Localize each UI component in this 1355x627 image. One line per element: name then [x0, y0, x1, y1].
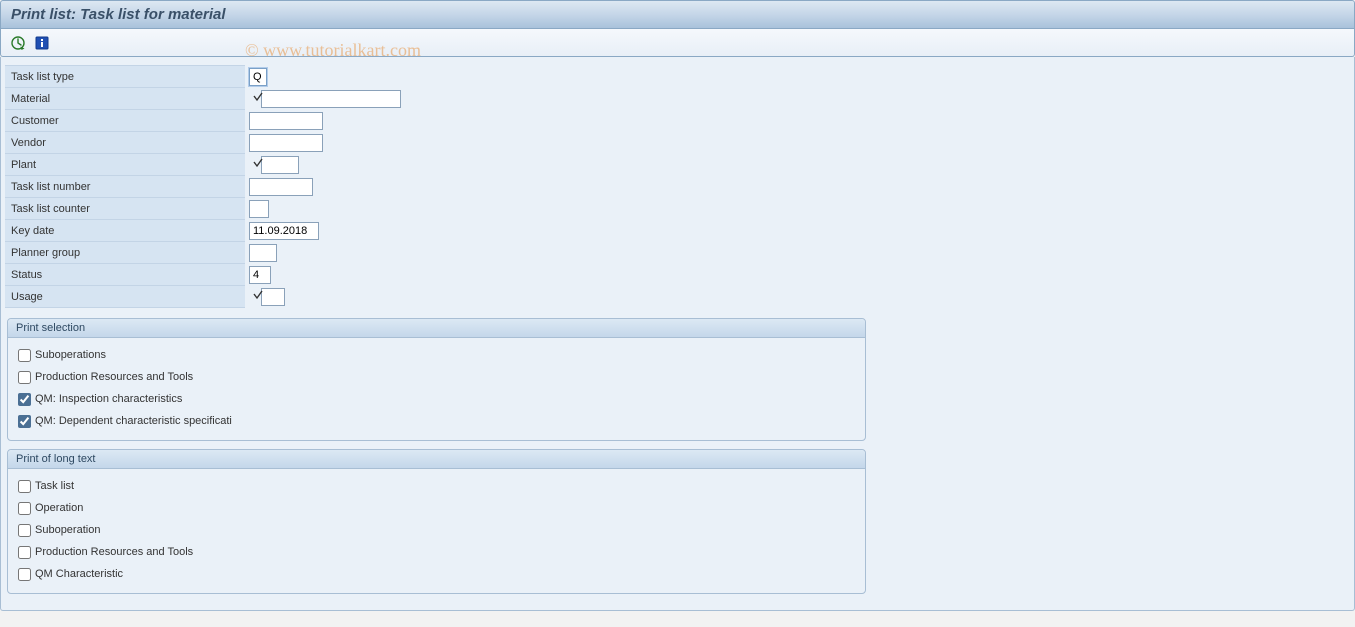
plant-input[interactable] — [261, 156, 299, 174]
task-list-number-input[interactable] — [249, 178, 313, 196]
group-print-selection: Print selection Suboperations Production … — [7, 318, 866, 441]
print-selection-row: QM: Dependent characteristic specificati — [18, 410, 855, 432]
label-task-list-counter: Task list counter — [5, 198, 245, 220]
print-long-text-checkbox[interactable] — [18, 502, 31, 515]
form-table: Task list type Material Customer Vendor — [5, 65, 405, 308]
print-long-text-checkbox[interactable] — [18, 524, 31, 537]
print-long-text-checkbox[interactable] — [18, 546, 31, 559]
print-selection-label: Production Resources and Tools — [35, 371, 193, 383]
content-area: © www.tutorialkart.com Task list type Ma… — [0, 57, 1355, 611]
print-long-text-row: Suboperation — [18, 519, 855, 541]
print-selection-row: Suboperations — [18, 344, 855, 366]
label-task-list-type: Task list type — [5, 66, 245, 88]
status-input[interactable] — [249, 266, 271, 284]
label-plant: Plant — [5, 154, 245, 176]
page-title: Print list: Task list for material — [0, 0, 1355, 29]
print-long-text-label: Task list — [35, 480, 74, 492]
label-task-list-number: Task list number — [5, 176, 245, 198]
print-long-text-label: Production Resources and Tools — [35, 546, 193, 558]
print-selection-row: Production Resources and Tools — [18, 366, 855, 388]
print-long-text-label: QM Characteristic — [35, 568, 123, 580]
print-selection-label: QM: Inspection characteristics — [35, 393, 182, 405]
task-list-type-input[interactable] — [249, 68, 267, 86]
execute-button[interactable] — [9, 34, 27, 52]
print-selection-checkbox[interactable] — [18, 415, 31, 428]
print-selection-label: Suboperations — [35, 349, 106, 361]
label-material: Material — [5, 88, 245, 110]
info-icon — [35, 36, 49, 50]
group-title-print-long-text: Print of long text — [8, 450, 865, 469]
title-text: Print list: Task list for material — [11, 6, 226, 23]
print-long-text-row: Task list — [18, 475, 855, 497]
key-date-input[interactable] — [249, 222, 319, 240]
print-long-text-label: Suboperation — [35, 524, 100, 536]
print-long-text-checkbox[interactable] — [18, 480, 31, 493]
required-icon — [252, 289, 264, 304]
clock-execute-icon — [10, 35, 26, 51]
group-print-long-text: Print of long text Task list Operation Sub… — [7, 449, 866, 594]
vendor-input[interactable] — [249, 134, 323, 152]
info-button[interactable] — [33, 34, 51, 52]
print-selection-label: QM: Dependent characteristic specificati — [35, 415, 232, 427]
print-long-text-row: QM Characteristic — [18, 563, 855, 585]
planner-group-input[interactable] — [249, 244, 277, 262]
required-icon — [252, 157, 264, 172]
print-selection-row: QM: Inspection characteristics — [18, 388, 855, 410]
print-long-text-checkbox[interactable] — [18, 568, 31, 581]
label-usage: Usage — [5, 286, 245, 308]
task-list-counter-input[interactable] — [249, 200, 269, 218]
print-selection-checkbox[interactable] — [18, 393, 31, 406]
print-long-text-row: Operation — [18, 497, 855, 519]
label-vendor: Vendor — [5, 132, 245, 154]
required-icon — [252, 91, 264, 106]
print-long-text-label: Operation — [35, 502, 83, 514]
label-status: Status — [5, 264, 245, 286]
print-selection-checkbox[interactable] — [18, 371, 31, 384]
toolbar — [0, 29, 1355, 57]
usage-input[interactable] — [261, 288, 285, 306]
customer-input[interactable] — [249, 112, 323, 130]
label-key-date: Key date — [5, 220, 245, 242]
label-planner-group: Planner group — [5, 242, 245, 264]
label-customer: Customer — [5, 110, 245, 132]
print-selection-checkbox[interactable] — [18, 349, 31, 362]
print-long-text-row: Production Resources and Tools — [18, 541, 855, 563]
material-input[interactable] — [261, 90, 401, 108]
group-title-print-selection: Print selection — [8, 319, 865, 338]
